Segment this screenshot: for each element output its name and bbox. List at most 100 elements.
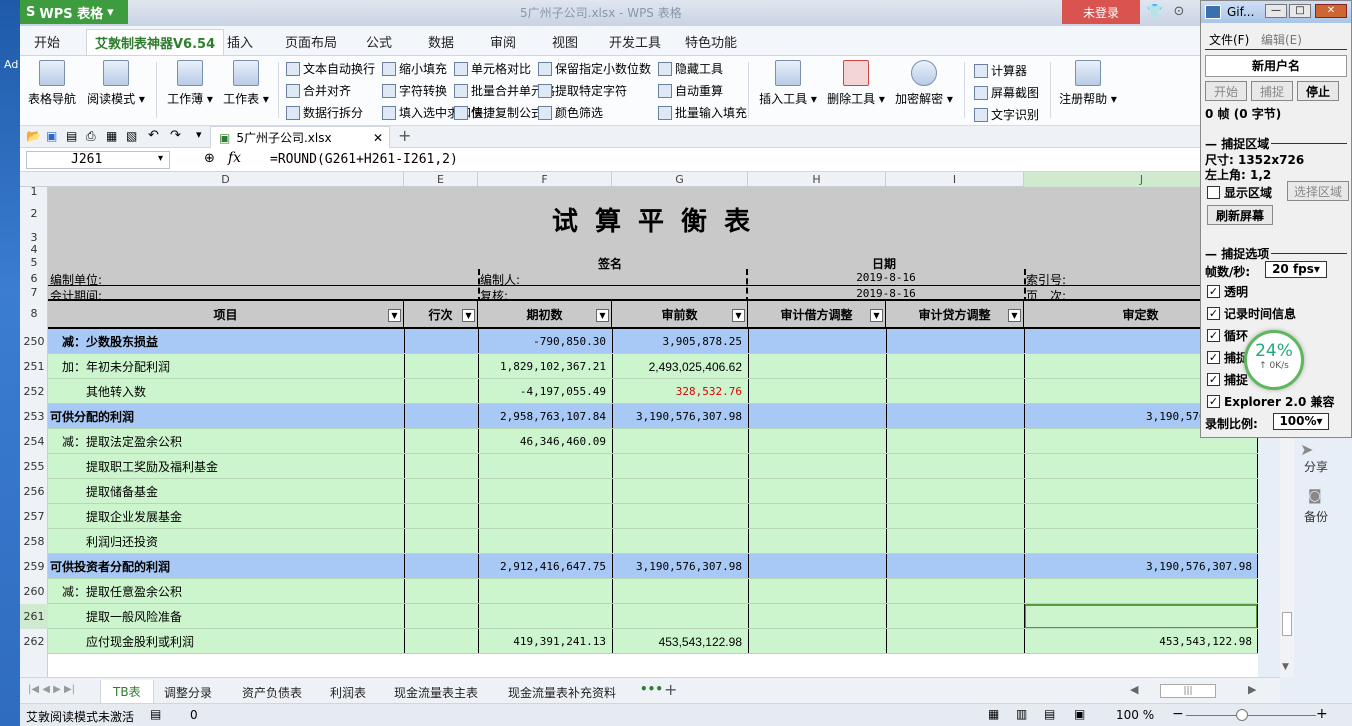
opening-cell[interactable] [478,604,612,629]
gif-user-field[interactable]: 新用户名 [1205,55,1347,77]
encrypt-button[interactable]: 加密解密 ▾ [892,60,956,107]
read-mode-button[interactable]: 阅读模式 ▾ [84,60,148,107]
item-cell[interactable]: 提取储备基金 [48,479,404,504]
sheet-grid[interactable]: 试 算 平 衡 表签名 日期 编制单位: 会计期间: 编制人: 复核: 索引号: 页 次: 20… [48,187,1258,677]
credit-adj-cell[interactable] [886,329,1024,354]
pre-audit-cell[interactable] [612,479,748,504]
table-header-cell[interactable]: 行次 ▼ [404,301,478,327]
gif-fps-select[interactable]: 20 fps▾ [1265,261,1327,278]
rank-cell[interactable] [404,454,478,479]
close-icon[interactable]: ✕ [1315,4,1347,18]
fx-icon[interactable]: fx [228,150,241,166]
opening-cell[interactable]: -4,197,055.49 [478,379,612,404]
item-cell[interactable]: 减：少数股东损益 [48,329,404,354]
pre-audit-cell[interactable] [612,529,748,554]
menu-tab[interactable]: 开始 [34,32,60,51]
gif-capture-button[interactable]: 捕捉 [1251,81,1293,101]
gif-option-check[interactable]: ✓ 捕捉 [1207,349,1248,366]
ribbon-tool-button[interactable]: 缩小填充 [382,60,447,77]
screenshot-button[interactable]: 屏幕截图 [974,84,1039,101]
opening-cell[interactable]: -790,850.30 [478,329,612,354]
debit-adj-cell[interactable] [748,329,886,354]
page-layout-icon[interactable]: ▥ [1016,707,1027,721]
menu-tab[interactable]: 公式 [366,32,392,51]
pre-audit-cell[interactable] [612,579,748,604]
sheet-tab[interactable]: 现金流量表主表 [394,684,478,701]
chevron-down-icon[interactable]: ▾ [158,153,163,164]
debit-adj-cell[interactable] [748,579,886,604]
credit-adj-cell[interactable] [886,579,1024,604]
column-header-cell[interactable]: E [404,172,478,187]
column-header-cell[interactable]: D [48,172,404,187]
audited-cell[interactable] [1024,454,1258,479]
ribbon-tool-button[interactable]: 隐藏工具 [658,60,723,77]
new-tab-icon[interactable]: + [398,126,411,145]
debit-adj-cell[interactable] [748,504,886,529]
opening-cell[interactable]: 2,958,763,107.84 [478,404,612,429]
row-number[interactable]: 250 [20,329,48,354]
gif-stop-button[interactable]: 停止 [1297,81,1339,101]
gif-option-check[interactable]: ✓ 循环 [1207,327,1248,344]
sheet-tab[interactable]: 利润表 [330,684,366,701]
opening-cell[interactable] [478,479,612,504]
row-number[interactable]: 262 [20,629,48,654]
item-cell[interactable]: 提取一般风险准备 [48,604,404,629]
credit-adj-cell[interactable] [886,479,1024,504]
credit-adj-cell[interactable] [886,504,1024,529]
opening-cell[interactable]: 419,391,241.13 [478,629,612,654]
login-button[interactable]: 未登录 [1062,0,1140,24]
row-number[interactable]: 260 [20,579,48,604]
row-number[interactable]: 255 [20,454,48,479]
calculator-button[interactable]: 计算器 [974,62,1027,79]
audited-cell[interactable]: 3,190,576,307.98 [1024,554,1258,579]
ribbon-tool-button[interactable]: 单元格对比 [454,60,531,77]
pre-audit-cell[interactable]: 453,543,122.98 [612,629,748,654]
credit-adj-cell[interactable] [886,379,1024,404]
zoom-in-icon[interactable]: + [1316,706,1328,722]
column-header-cell[interactable]: H [748,172,886,187]
page-break-icon[interactable]: ▤ [1044,707,1055,721]
close-icon[interactable]: ✕ [373,131,383,145]
export-icon[interactable]: ▤ [66,129,77,143]
rank-cell[interactable] [404,504,478,529]
opening-cell[interactable] [478,454,612,479]
normal-view-icon[interactable]: ▦ [988,707,999,721]
ribbon-tool-button[interactable]: 自动重算 [658,82,723,99]
item-cell[interactable]: 利润归还投资 [48,529,404,554]
share-label[interactable]: 分享 [1304,458,1328,475]
table-header-cell[interactable]: 审计借方调整 ▼ [748,301,886,327]
pre-audit-cell[interactable] [612,454,748,479]
debit-adj-cell[interactable] [748,529,886,554]
row-number[interactable]: 7 [20,287,48,299]
audited-cell[interactable] [1024,529,1258,554]
pre-audit-cell[interactable] [612,604,748,629]
column-header-cell[interactable]: G [612,172,748,187]
debit-adj-cell[interactable] [748,604,886,629]
credit-adj-cell[interactable] [886,429,1024,454]
menu-tab[interactable]: 艾敦制表神器V6.54 [86,29,225,55]
insert-tool-button[interactable]: 插入工具 ▾ [756,60,820,107]
zoom-icon[interactable]: ⊕ [204,151,215,166]
debit-adj-cell[interactable] [748,429,886,454]
row-number[interactable]: 1 [20,186,48,197]
rank-cell[interactable] [404,329,478,354]
wps-menu-button[interactable]: S WPS 表格 ▾ [20,0,128,24]
rank-cell[interactable] [404,379,478,404]
audited-cell[interactable] [1024,479,1258,504]
workbook-button[interactable]: 工作薄 ▾ [162,60,218,107]
chevron-down-icon[interactable]: ▾ [196,128,202,141]
opening-cell[interactable] [478,529,612,554]
ribbon-tool-button[interactable]: 快捷复制公式 [454,104,543,121]
rank-cell[interactable] [404,629,478,654]
debit-adj-cell[interactable] [748,554,886,579]
ribbon-tool-button[interactable]: 字符转换 [382,82,447,99]
row-number[interactable]: 251 [20,354,48,379]
table-header-cell[interactable]: 审前数 ▼ [612,301,748,327]
sheet-tab[interactable]: 资产负债表 [242,684,302,701]
filter-dropdown-icon[interactable]: ▼ [1008,309,1021,322]
gif-option-check[interactable]: ✓ Explorer 2.0 兼容 [1207,393,1334,410]
file-tab[interactable]: ▣ 5广州子公司.xlsx ✕ [210,126,390,148]
macro-icon[interactable]: ▤ [150,707,161,721]
zoom-slider[interactable] [1186,715,1316,716]
audited-cell[interactable] [1024,504,1258,529]
